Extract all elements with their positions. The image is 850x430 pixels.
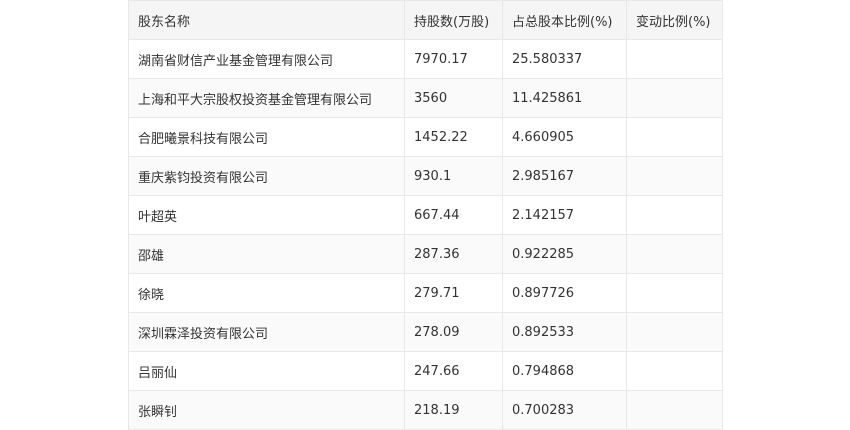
table-row: 张瞬钊 218.19 0.700283 <box>128 390 723 430</box>
cell-shareholder-name: 合肥曦景科技有限公司 <box>128 117 405 157</box>
cell-change-ratio <box>626 195 723 235</box>
cell-change-ratio <box>626 351 723 391</box>
table-row: 邵雄 287.36 0.922285 <box>128 234 723 274</box>
cell-shareholder-name: 湖南省财信产业基金管理有限公司 <box>128 39 405 79</box>
cell-shares-held: 247.66 <box>404 351 503 391</box>
cell-change-ratio <box>626 117 723 157</box>
cell-shareholder-name: 吕丽仙 <box>128 351 405 391</box>
shareholder-table-container: 股东名称 持股数(万股) 占总股本比例(%) 变动比例(%) 湖南省财信产业基金… <box>128 0 723 430</box>
header-change-ratio: 变动比例(%) <box>626 0 723 40</box>
cell-share-ratio: 25.580337 <box>502 39 627 79</box>
header-shares-held: 持股数(万股) <box>404 0 503 40</box>
cell-shares-held: 279.71 <box>404 273 503 313</box>
cell-shares-held: 278.09 <box>404 312 503 352</box>
table-row: 深圳霖泽投资有限公司 278.09 0.892533 <box>128 312 723 352</box>
table-row: 湖南省财信产业基金管理有限公司 7970.17 25.580337 <box>128 39 723 79</box>
cell-share-ratio: 0.892533 <box>502 312 627 352</box>
table-row: 上海和平大宗股权投资基金管理有限公司 3560 11.425861 <box>128 78 723 118</box>
table-row: 合肥曦景科技有限公司 1452.22 4.660905 <box>128 117 723 157</box>
cell-shareholder-name: 深圳霖泽投资有限公司 <box>128 312 405 352</box>
cell-shareholder-name: 张瞬钊 <box>128 390 405 430</box>
table-body: 湖南省财信产业基金管理有限公司 7970.17 25.580337 上海和平大宗… <box>128 39 723 430</box>
table-header: 股东名称 持股数(万股) 占总股本比例(%) 变动比例(%) <box>128 0 723 40</box>
cell-shares-held: 3560 <box>404 78 503 118</box>
cell-change-ratio <box>626 39 723 79</box>
cell-share-ratio: 4.660905 <box>502 117 627 157</box>
cell-share-ratio: 0.794868 <box>502 351 627 391</box>
cell-shares-held: 7970.17 <box>404 39 503 79</box>
header-row: 股东名称 持股数(万股) 占总股本比例(%) 变动比例(%) <box>128 0 723 40</box>
cell-change-ratio <box>626 234 723 274</box>
table-row: 吕丽仙 247.66 0.794868 <box>128 351 723 391</box>
cell-share-ratio: 0.897726 <box>502 273 627 313</box>
cell-share-ratio: 0.922285 <box>502 234 627 274</box>
cell-change-ratio <box>626 390 723 430</box>
cell-shares-held: 930.1 <box>404 156 503 196</box>
cell-shareholder-name: 徐晓 <box>128 273 405 313</box>
table-row: 叶超英 667.44 2.142157 <box>128 195 723 235</box>
header-share-ratio: 占总股本比例(%) <box>502 0 627 40</box>
cell-change-ratio <box>626 312 723 352</box>
cell-shares-held: 218.19 <box>404 390 503 430</box>
cell-shares-held: 1452.22 <box>404 117 503 157</box>
cell-share-ratio: 11.425861 <box>502 78 627 118</box>
cell-shareholder-name: 重庆紫钧投资有限公司 <box>128 156 405 196</box>
cell-change-ratio <box>626 156 723 196</box>
cell-change-ratio <box>626 78 723 118</box>
table-row: 徐晓 279.71 0.897726 <box>128 273 723 313</box>
header-shareholder-name: 股东名称 <box>128 0 405 40</box>
cell-shares-held: 667.44 <box>404 195 503 235</box>
table-row: 重庆紫钧投资有限公司 930.1 2.985167 <box>128 156 723 196</box>
cell-change-ratio <box>626 273 723 313</box>
cell-share-ratio: 2.985167 <box>502 156 627 196</box>
cell-shares-held: 287.36 <box>404 234 503 274</box>
cell-shareholder-name: 叶超英 <box>128 195 405 235</box>
cell-shareholder-name: 邵雄 <box>128 234 405 274</box>
shareholder-table: 股东名称 持股数(万股) 占总股本比例(%) 变动比例(%) 湖南省财信产业基金… <box>128 0 723 430</box>
cell-share-ratio: 2.142157 <box>502 195 627 235</box>
cell-shareholder-name: 上海和平大宗股权投资基金管理有限公司 <box>128 78 405 118</box>
cell-share-ratio: 0.700283 <box>502 390 627 430</box>
